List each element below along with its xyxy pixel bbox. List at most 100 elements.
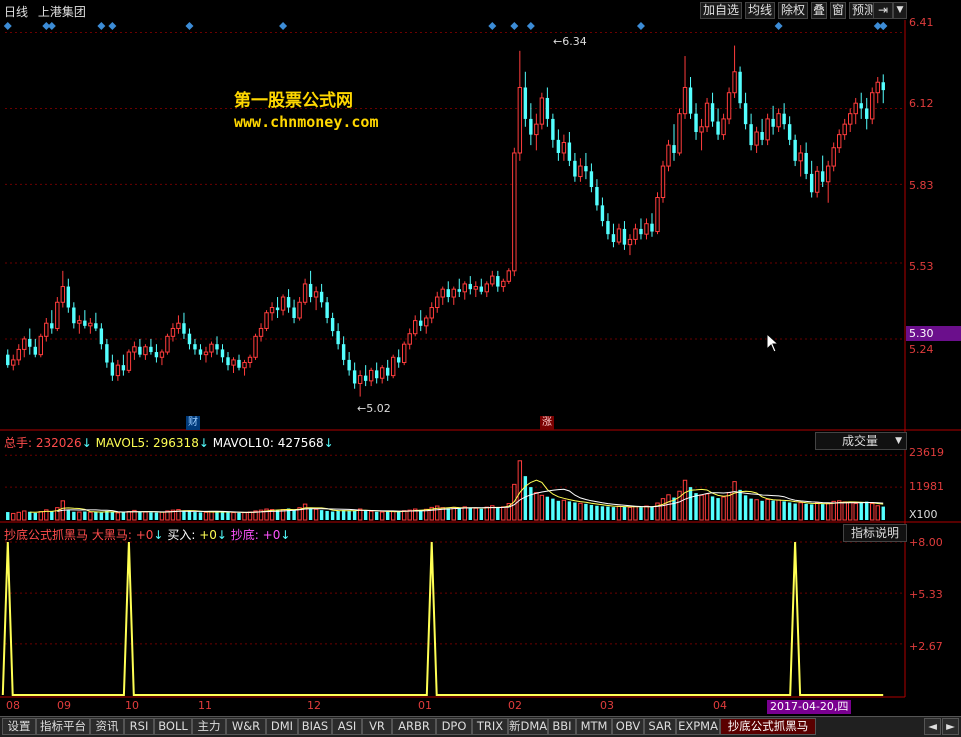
volume-bar-85 [473, 507, 478, 521]
candle-body-129 [716, 121, 720, 135]
candle-body-144 [798, 152, 803, 162]
finance-badge[interactable]: 财 [186, 416, 200, 430]
volume-bar-136 [754, 499, 759, 521]
candle-body-87 [484, 283, 490, 293]
volume-bar-113 [627, 506, 633, 521]
candle-body-93 [517, 86, 523, 154]
candle-body-45 [253, 335, 258, 358]
volume-bar-107 [595, 505, 599, 520]
volume-bar-109 [606, 506, 610, 520]
volume-bar-66 [368, 510, 374, 521]
volume-bar-143 [793, 503, 797, 520]
scroll-right-icon[interactable]: ► [942, 718, 959, 735]
candle-body-13 [77, 320, 82, 324]
tab-8[interactable]: BIAS [298, 718, 332, 735]
tab-4[interactable]: BOLL [154, 718, 192, 735]
candle-body-106 [589, 171, 594, 188]
volume-bar-13 [77, 511, 82, 521]
tab-0[interactable]: 设置 [2, 718, 36, 735]
candle-body-14 [83, 320, 87, 326]
watermark-url: www.chnmoney.com [234, 113, 379, 131]
volume-bar-128 [710, 496, 715, 520]
candle-body-20 [115, 364, 121, 377]
tab-14[interactable]: 新DMA [508, 718, 548, 735]
signal-diamond-9 [526, 22, 535, 30]
volume-indicator-select[interactable]: 成交量 ▼ [815, 432, 907, 450]
volume-bar-56 [313, 508, 319, 521]
candle-body-84 [468, 283, 472, 290]
signal-diamond-0 [3, 22, 12, 30]
volume-bar-12 [72, 511, 76, 520]
down-arrow-icon: ↓ [280, 528, 291, 542]
tab-12[interactable]: DPO [436, 718, 472, 735]
tab-11[interactable]: ARBR [392, 718, 436, 735]
volume-bar-157 [870, 503, 875, 521]
tab-10[interactable]: VR [362, 718, 392, 735]
volume-bar-27 [154, 512, 159, 520]
candle-body-23 [132, 346, 137, 353]
date-tick-7: 03 [600, 699, 614, 712]
candle-body-128 [710, 103, 715, 122]
volume-bar-81 [451, 506, 456, 521]
tab-9[interactable]: ASI [332, 718, 362, 735]
indicator-tick-0: +8.00 [909, 536, 943, 549]
candle-body-31 [176, 322, 181, 329]
candle-body-17 [99, 328, 104, 345]
tab-3[interactable]: RSI [124, 718, 154, 735]
tab-17[interactable]: OBV [612, 718, 644, 735]
candle-body-105 [584, 166, 588, 172]
volume-bar-16 [94, 511, 98, 520]
bottom-value: +0 [262, 528, 281, 542]
chart-canvas[interactable] [0, 0, 961, 736]
volume-bar-126 [699, 494, 704, 521]
candle-body-48 [269, 307, 275, 314]
candle-body-35 [198, 349, 203, 355]
candle-body-104 [578, 165, 583, 178]
tab-1[interactable]: 指标平台 [36, 718, 90, 735]
date-tick-2: 10 [125, 699, 139, 712]
signal-diamond-6 [279, 22, 288, 30]
candle-body-79 [440, 288, 445, 298]
signal-diamond-3 [97, 22, 106, 30]
tab-2[interactable]: 资讯 [90, 718, 124, 735]
candle-body-30 [170, 327, 176, 337]
candle-body-59 [330, 317, 335, 332]
tab-18[interactable]: SAR [644, 718, 676, 735]
tab-6[interactable]: W&R [226, 718, 266, 735]
volume-bar-145 [804, 503, 808, 520]
scroll-left-icon[interactable]: ◄ [924, 718, 941, 735]
candle-body-100 [556, 139, 561, 153]
volume-bar-140 [776, 499, 781, 521]
tab-19[interactable]: EXPMA [676, 718, 720, 735]
candle-body-88 [490, 275, 495, 285]
volume-bar-150 [831, 500, 836, 521]
volume-bar-62 [347, 510, 351, 520]
candle-body-119 [660, 165, 666, 198]
limit-up-badge[interactable]: 涨 [540, 416, 554, 430]
volume-bar-68 [379, 511, 385, 521]
candle-body-81 [451, 288, 456, 298]
signal-diamond-5 [185, 22, 194, 30]
high-price-label: ←6.34 [553, 35, 587, 48]
price-tick-3: 5.53 [909, 260, 934, 273]
tab-16[interactable]: MTM [576, 718, 612, 735]
volume-bar-15 [88, 511, 93, 521]
tab-15[interactable]: BBI [548, 718, 576, 735]
candle-body-75 [419, 320, 423, 326]
volume-bar-156 [865, 501, 869, 520]
date-tick-6: 02 [508, 699, 522, 712]
candle-body-25 [143, 346, 148, 356]
indicator-help-button[interactable]: 指标说明 [843, 524, 907, 542]
candle-body-141 [782, 113, 786, 125]
volume-bar-1 [11, 512, 16, 521]
current-price-badge: 5.30 [906, 326, 961, 341]
candle-body-90 [501, 280, 506, 288]
candle-body-69 [385, 367, 390, 376]
tab-13[interactable]: TRIX [472, 718, 508, 735]
candle-body-156 [865, 108, 869, 119]
tab-5[interactable]: 主力 [192, 718, 226, 735]
tab-20[interactable]: 抄底公式抓黑马 [720, 718, 816, 735]
candle-body-89 [496, 276, 500, 287]
tab-7[interactable]: DMI [266, 718, 298, 735]
candle-body-135 [749, 124, 753, 146]
